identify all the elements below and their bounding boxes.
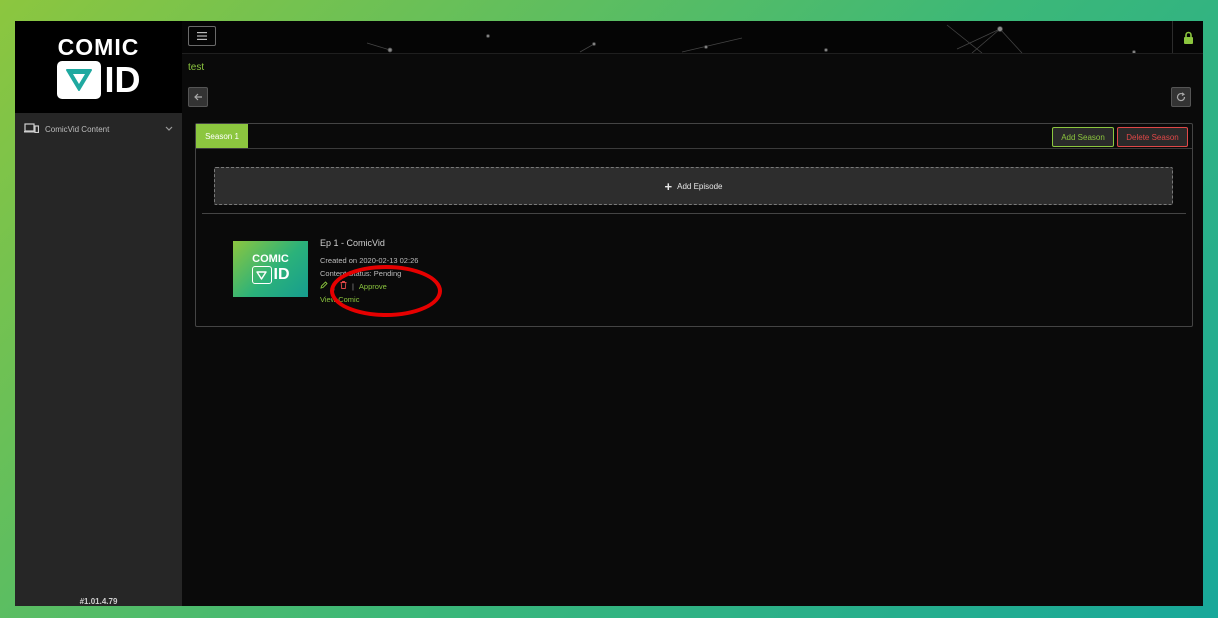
logo-text-comic: COMIC <box>57 34 140 60</box>
top-bar <box>182 21 1203 54</box>
menu-toggle-button[interactable] <box>188 26 216 46</box>
comicvid-logo: COMIC ID <box>56 34 141 100</box>
edit-icon[interactable] <box>320 281 328 291</box>
chevron-down-icon <box>165 125 173 134</box>
page-title: test <box>188 62 205 73</box>
app-window: COMIC ID ComicVid Content #1.01.4.79 tes… <box>15 21 1203 606</box>
refresh-button[interactable] <box>1171 87 1191 107</box>
thumb-text-comic: COMIC <box>252 253 289 265</box>
lock-icon <box>1183 31 1193 44</box>
highlight-annotation-circle <box>330 265 442 317</box>
episode-created-date: Created on 2020-02-13 02:26 <box>320 256 419 265</box>
logo-area: COMIC ID <box>15 21 182 113</box>
arrow-left-icon <box>193 93 202 101</box>
add-episode-button[interactable]: + Add Episode <box>214 167 1173 205</box>
sidebar-item-label: ComicVid Content <box>45 124 110 134</box>
add-episode-label: Add Episode <box>677 181 723 191</box>
plus-icon: + <box>664 178 673 194</box>
add-season-button[interactable]: Add Season <box>1052 127 1114 147</box>
logo-text-id: ID <box>104 59 141 100</box>
season-tabs-bar: Season 1 Add Season Delete Season <box>196 124 1192 149</box>
back-button[interactable] <box>188 87 208 107</box>
refresh-icon <box>1176 92 1186 102</box>
devices-icon <box>24 123 40 135</box>
delete-season-button[interactable]: Delete Season <box>1117 127 1188 147</box>
divider <box>202 213 1186 214</box>
version-label: #1.01.4.79 <box>79 597 118 606</box>
network-decoration <box>366 24 1136 53</box>
sidebar: COMIC ID ComicVid Content #1.01.4.79 <box>15 21 182 606</box>
sidebar-item-comicvid-content[interactable]: ComicVid Content <box>15 121 182 137</box>
logo-v-icon <box>56 61 101 99</box>
tab-season-1[interactable]: Season 1 <box>196 124 248 148</box>
thumb-text-id: ID <box>273 266 290 283</box>
menu-icon <box>197 32 207 40</box>
lock-button[interactable] <box>1172 21 1203 53</box>
episode-thumbnail[interactable]: COMIC ID <box>233 241 308 297</box>
thumb-v-icon <box>251 266 272 284</box>
episode-title: Ep 1 - ComicVid <box>320 238 385 248</box>
